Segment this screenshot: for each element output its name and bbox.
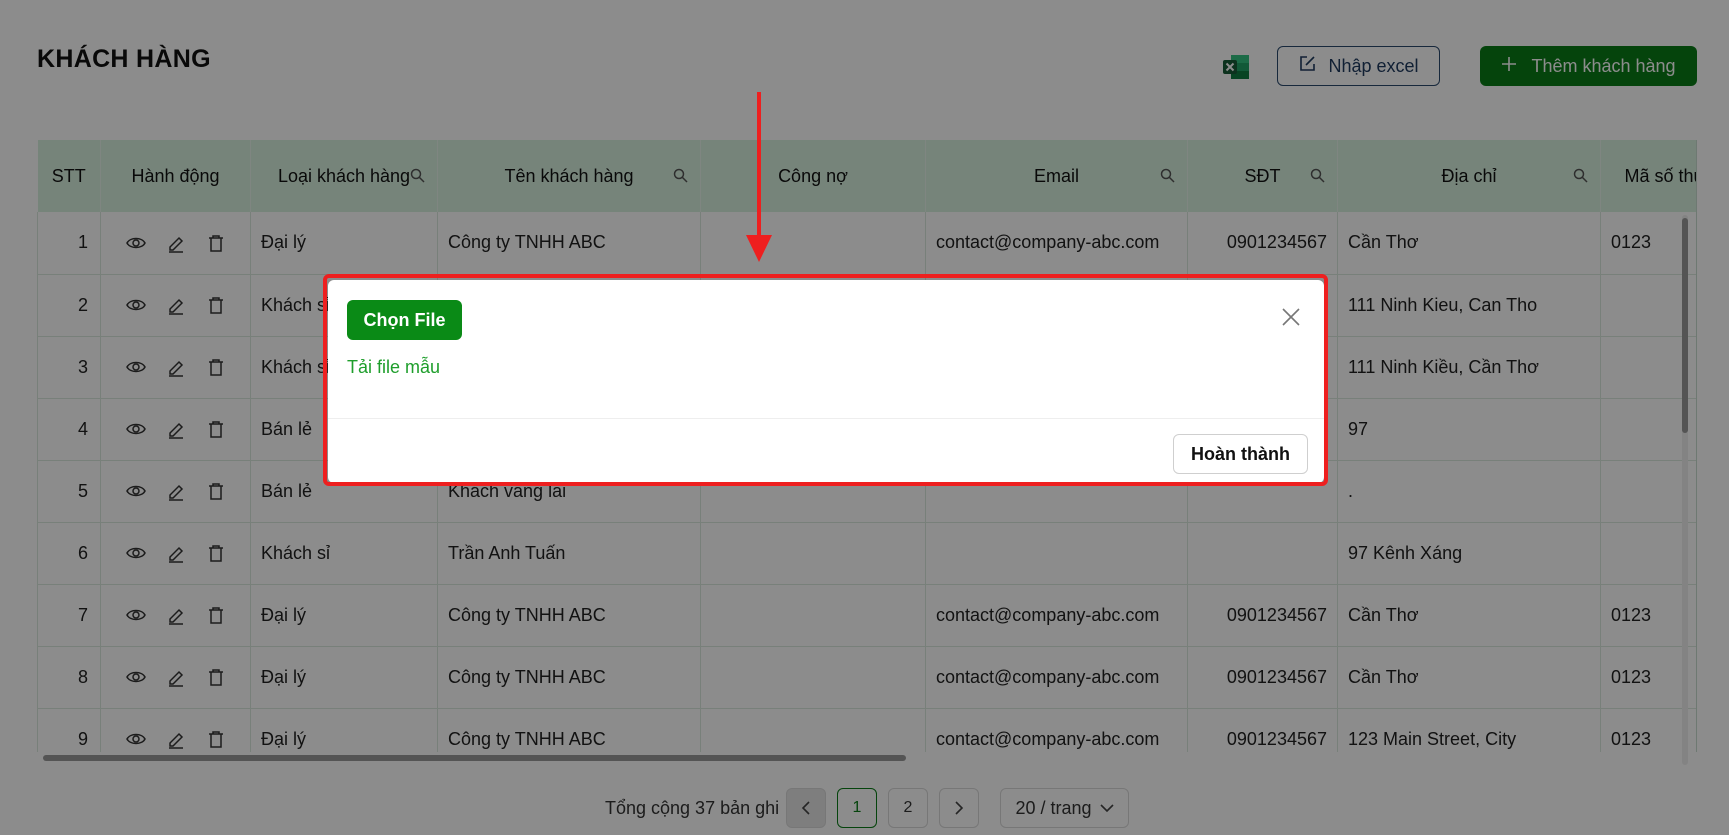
choose-file-button[interactable]: Chọn File bbox=[347, 300, 462, 340]
download-template-link[interactable]: Tải file mẫu bbox=[347, 357, 440, 378]
close-icon[interactable] bbox=[1280, 306, 1302, 328]
modal-divider bbox=[328, 418, 1324, 419]
red-arrow-annotation bbox=[746, 92, 772, 262]
done-button[interactable]: Hoàn thành bbox=[1173, 434, 1308, 474]
import-file-modal: Chọn File Tải file mẫu Hoàn thành bbox=[328, 280, 1324, 483]
